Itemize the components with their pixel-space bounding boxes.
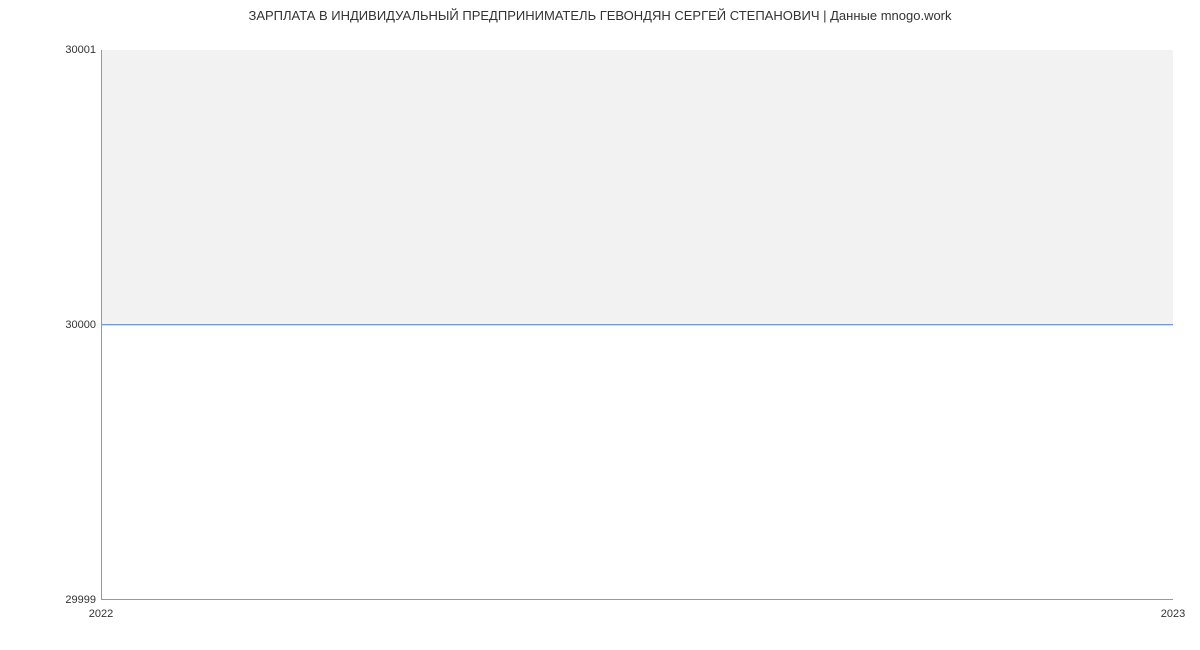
- plot-area: [101, 50, 1173, 600]
- x-axis-tick-label: 2022: [89, 608, 113, 620]
- y-axis-tick-label: 30000: [65, 319, 96, 331]
- y-axis-tick-label: 29999: [65, 594, 96, 606]
- x-axis-tick-label: 2023: [1161, 608, 1185, 620]
- y-axis-tick-label: 30001: [65, 44, 96, 56]
- area-fill: [102, 50, 1173, 325]
- data-line: [102, 324, 1173, 325]
- chart-title: ЗАРПЛАТА В ИНДИВИДУАЛЬНЫЙ ПРЕДПРИНИМАТЕЛ…: [0, 8, 1200, 23]
- chart-container: ЗАРПЛАТА В ИНДИВИДУАЛЬНЫЙ ПРЕДПРИНИМАТЕЛ…: [0, 0, 1200, 650]
